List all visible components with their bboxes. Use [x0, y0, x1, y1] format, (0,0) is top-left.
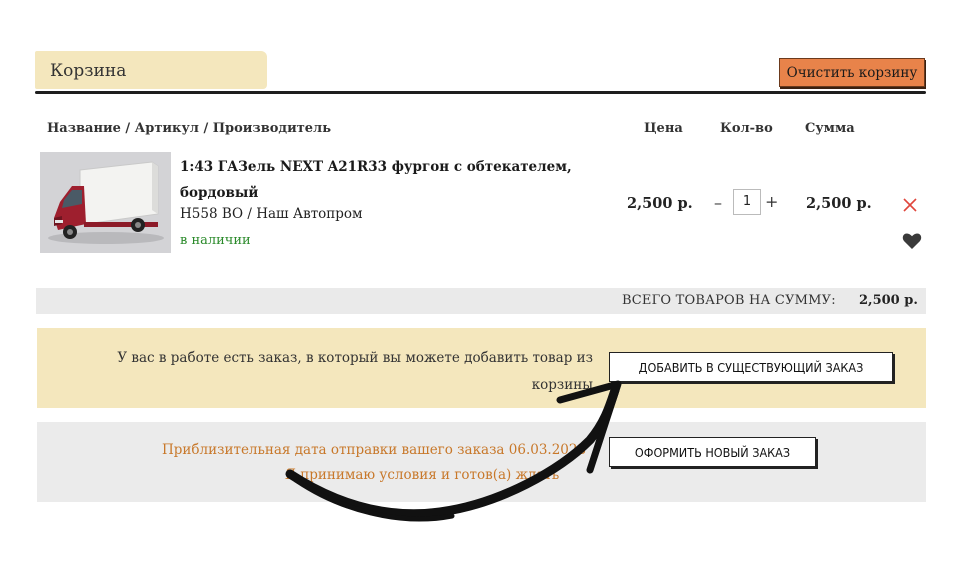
heart-icon[interactable] — [902, 232, 922, 250]
qty-increase-button[interactable]: + — [765, 192, 778, 211]
column-sum-header: Сумма — [805, 121, 855, 136]
quantity-input[interactable]: 1 — [733, 189, 761, 215]
item-price: 2,500 р. — [627, 195, 693, 212]
stock-status: в наличии — [180, 233, 251, 248]
product-name-link[interactable]: 1:43 ГАЗель NEXT A21R33 фургон с обтекат… — [180, 154, 600, 206]
column-name-header: Название / Артикул / Производитель — [47, 121, 332, 136]
clear-cart-button[interactable]: Очистить корзину — [779, 58, 925, 87]
shipping-date-text: Приблизительная дата отправки вашего зак… — [162, 442, 587, 458]
create-new-order-button[interactable]: ОФОРМИТЬ НОВЫЙ ЗАКАЗ — [609, 437, 816, 467]
van-illustration — [40, 152, 171, 253]
accept-terms-text[interactable]: Я принимаю условия и готов(а) ждать — [285, 467, 559, 483]
close-icon[interactable] — [902, 197, 918, 213]
total-value: 2,500 р. — [859, 293, 918, 308]
existing-order-message: У вас в работе есть заказ, в который вы … — [117, 350, 593, 393]
total-label: ВСЕГО ТОВАРОВ НА СУММУ: — [622, 293, 836, 308]
product-image[interactable] — [40, 152, 171, 253]
column-price-header: Цена — [644, 121, 683, 136]
page-title: Корзина — [50, 61, 127, 81]
product-sku: H558 BO / Наш Автопром — [180, 206, 363, 222]
qty-decrease-button[interactable]: – — [714, 193, 722, 212]
add-to-existing-order-button[interactable]: ДОБАВИТЬ В СУЩЕСТВУЮЩИЙ ЗАКАЗ — [609, 352, 893, 382]
item-sum: 2,500 р. — [806, 195, 872, 212]
header-divider — [35, 91, 926, 94]
column-qty-header: Кол-во — [720, 121, 773, 136]
